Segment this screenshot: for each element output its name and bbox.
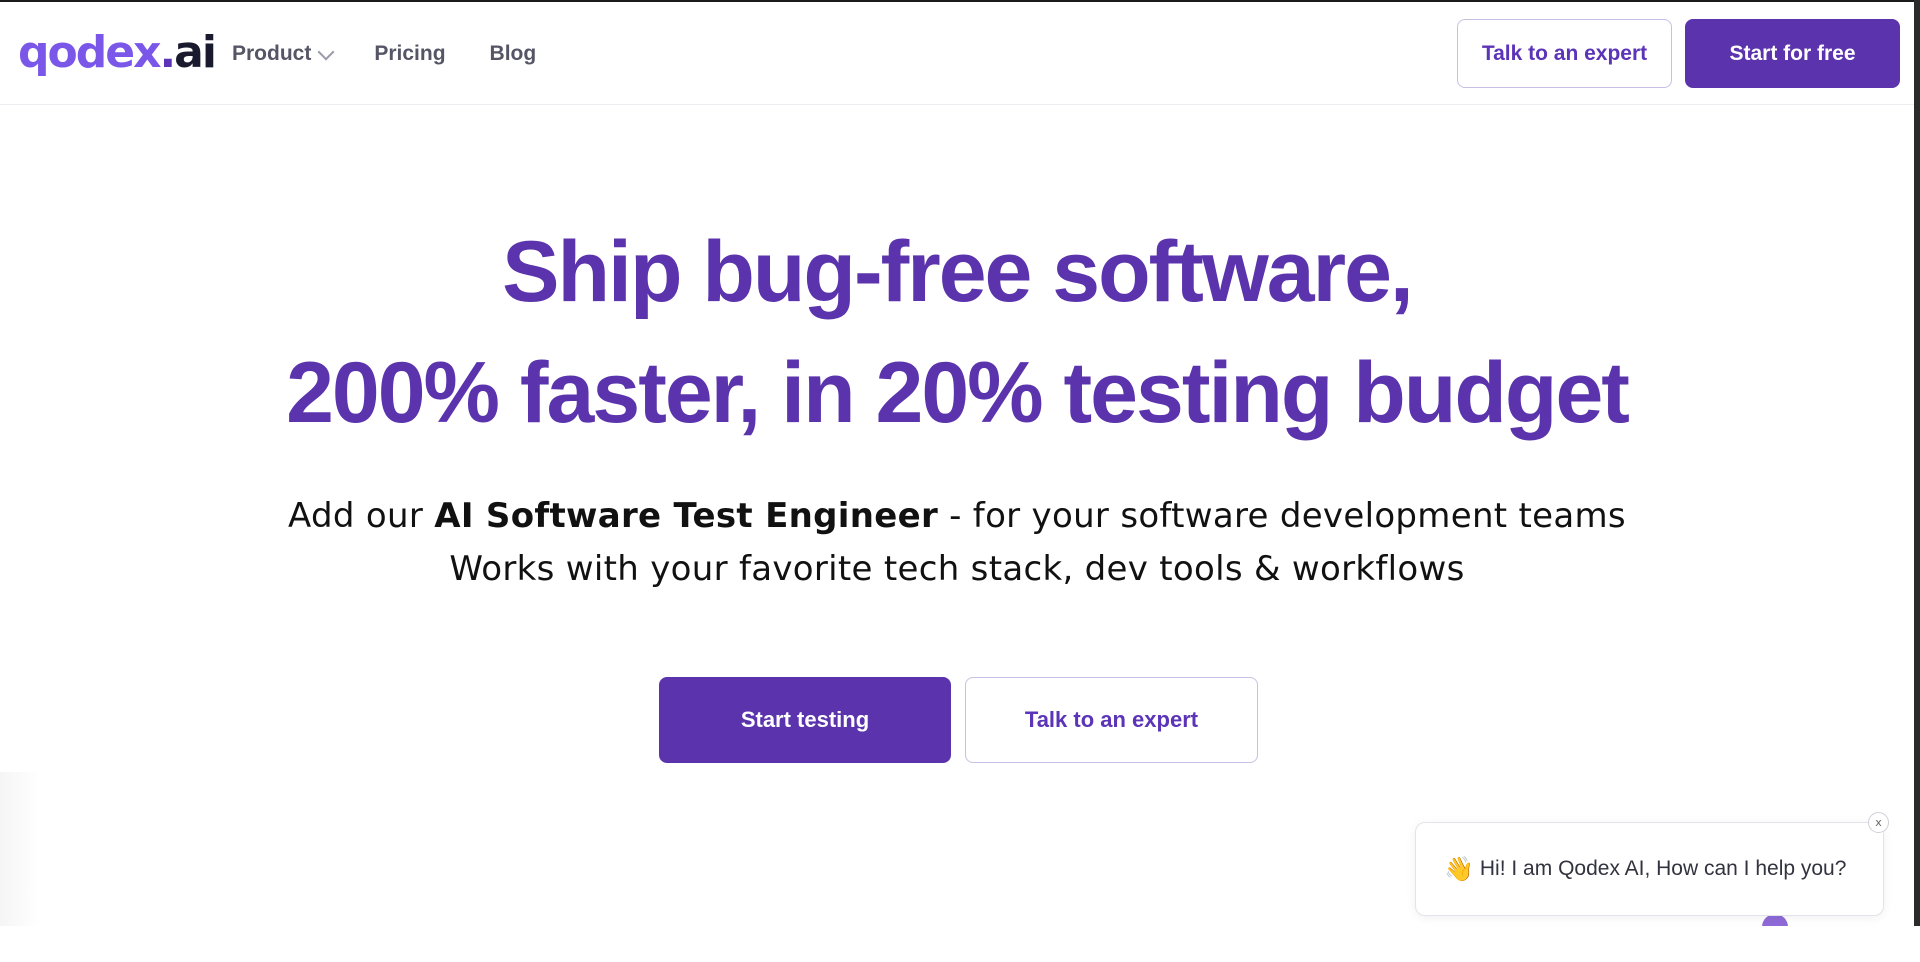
start-testing-button[interactable]: Start testing	[659, 677, 951, 763]
nav-pricing[interactable]: Pricing	[374, 34, 445, 74]
nav-product-label: Product	[232, 42, 312, 65]
chat-greeting-bubble[interactable]: 👋 Hi! I am Qodex AI, How can I help you?	[1415, 822, 1884, 916]
start-for-free-button[interactable]: Start for free	[1685, 19, 1900, 88]
navbar: qodex.ai Product Pricing Blog Talk to an…	[0, 2, 1914, 105]
window-right-edge	[1914, 0, 1920, 926]
hero-subtitle-highlight: AI Software Test Engineer	[434, 496, 939, 536]
page: qodex.ai Product Pricing Blog Talk to an…	[0, 2, 1914, 926]
main-nav: Product Pricing Blog	[232, 34, 536, 74]
logo-text: qodex.ai	[18, 26, 217, 78]
chat-greeting-text: Hi! I am Qodex AI, How can I help you?	[1479, 857, 1847, 880]
hero-talk-to-expert-button[interactable]: Talk to an expert	[965, 677, 1258, 763]
hero-title: Ship bug-free software, 200% faster, in …	[0, 212, 1914, 454]
nav-product[interactable]: Product	[232, 34, 335, 74]
hero-subtitle-2: Works with your favorite tech stack, dev…	[449, 549, 1465, 589]
close-icon[interactable]: x	[1868, 812, 1889, 833]
nav-blog[interactable]: Blog	[490, 34, 537, 74]
hero-subtitle-1: Add our AI Software Test Engineer - for …	[288, 496, 1626, 536]
left-edge-shadow	[0, 772, 40, 926]
waving-hand-icon: 👋	[1444, 855, 1474, 883]
hero-title-line-1: Ship bug-free software,	[502, 224, 1414, 320]
talk-to-expert-button[interactable]: Talk to an expert	[1457, 19, 1672, 88]
logo[interactable]: qodex.ai	[18, 24, 217, 80]
hero-title-line-2: 200% faster, in 20% testing budget	[286, 345, 1630, 441]
chevron-down-icon	[317, 43, 335, 60]
